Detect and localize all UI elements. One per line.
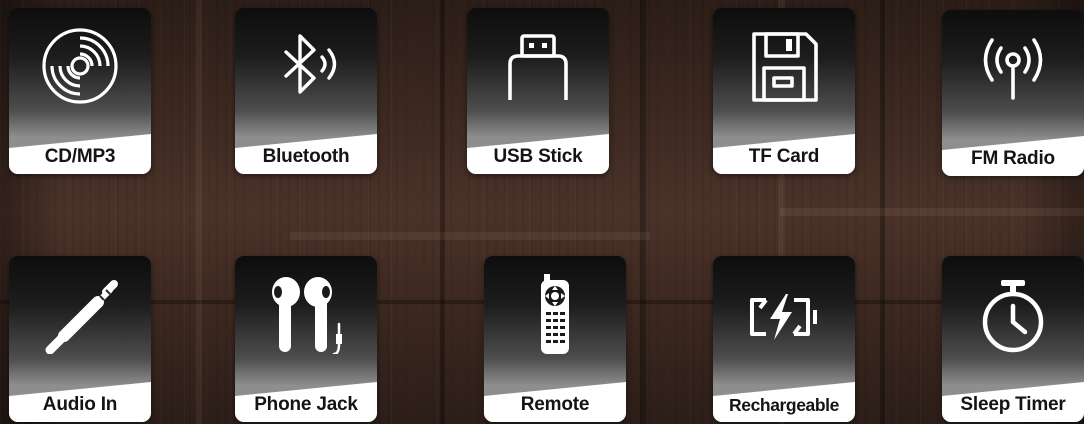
- bluetooth-icon: [284, 34, 337, 94]
- feature-label: Audio In: [42, 394, 118, 415]
- feature-label: USB Stick: [493, 146, 583, 167]
- floppy-disk-icon: [752, 32, 818, 102]
- rechargeable-battery-icon: [750, 294, 817, 340]
- feature-tile-cd-mp3: CD/MP3: [9, 8, 151, 174]
- feature-tile-audio-in: Audio In: [9, 256, 151, 422]
- cd-disc-icon: [42, 28, 118, 104]
- feature-label: Bluetooth: [262, 146, 350, 167]
- door-panel-edge: [440, 0, 445, 424]
- feature-tile-bluetooth: Bluetooth: [235, 8, 377, 174]
- remote-control-icon: [541, 274, 569, 354]
- feature-label: Remote: [520, 394, 590, 415]
- door-panel-edge: [640, 0, 646, 424]
- radio-antenna-icon: [983, 38, 1043, 100]
- earbuds-icon: [272, 277, 342, 354]
- feature-label: TF Card: [748, 146, 820, 167]
- feature-tile-sleep-timer: Sleep Timer: [942, 256, 1084, 422]
- feature-label: FM Radio: [971, 148, 1055, 169]
- door-panel-rail: [780, 208, 1084, 216]
- feature-label: Sleep Timer: [960, 394, 1066, 415]
- feature-tile-usb-stick: USB Stick: [467, 8, 609, 174]
- feature-tile-rechargeable: Rechargeable: [713, 256, 855, 422]
- stopwatch-icon: [982, 280, 1044, 353]
- feature-tile-phone-jack: Phone Jack: [235, 256, 377, 422]
- audio-jack-icon: [45, 280, 118, 354]
- door-panel-rail: [290, 232, 650, 240]
- feature-tile-tf-card: TF Card: [713, 8, 855, 174]
- feature-tile-remote: Remote: [484, 256, 626, 422]
- feature-label: Phone Jack: [254, 394, 358, 415]
- door-panel-edge: [196, 0, 202, 424]
- feature-label: CD/MP3: [44, 146, 116, 167]
- usb-stick-icon: [508, 34, 568, 100]
- feature-tile-fm-radio: FM Radio: [942, 10, 1084, 176]
- feature-label: Rechargeable: [729, 395, 839, 415]
